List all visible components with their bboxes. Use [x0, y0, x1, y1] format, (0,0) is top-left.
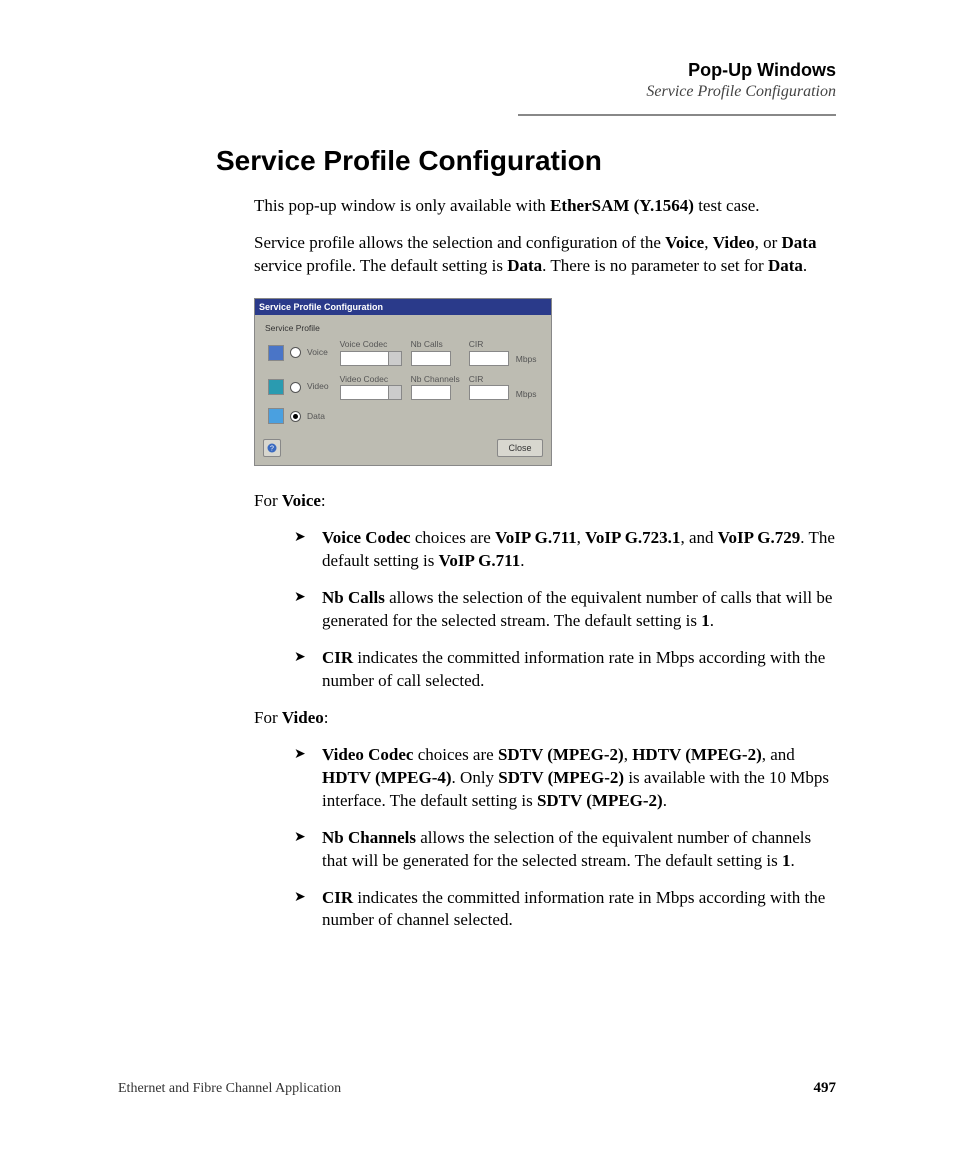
dialog-titlebar: Service Profile Configuration [255, 299, 551, 315]
intro-paragraph-1: This pop-up window is only available wit… [254, 195, 836, 218]
close-button[interactable]: Close [497, 439, 543, 457]
voice-label: Voice [304, 338, 332, 366]
voice-codec-dropdown[interactable] [340, 351, 402, 366]
video-row: Video Video Codec Nb Channels CIR [265, 373, 540, 401]
video-bullet-nbchannels: Nb Channels allows the selection of the … [294, 827, 836, 873]
video-codec-label: Video Codec [340, 374, 402, 385]
video-codec-dropdown[interactable] [340, 385, 402, 400]
intro-paragraph-2: Service profile allows the selection and… [254, 232, 836, 278]
svg-text:?: ? [270, 445, 274, 452]
voice-lead: For Voice: [254, 490, 836, 513]
voice-bullet-cir: CIR indicates the committed information … [294, 647, 836, 693]
voice-bullet-codec: Voice Codec choices are VoIP G.711, VoIP… [294, 527, 836, 573]
header-rule [518, 114, 836, 116]
voice-icon [268, 345, 284, 361]
data-label: Data [304, 407, 332, 425]
video-cir-label: CIR [469, 374, 509, 385]
video-bullet-cir: CIR indicates the committed information … [294, 887, 836, 933]
video-lead: For Video: [254, 707, 836, 730]
voice-cir-label: CIR [469, 339, 509, 350]
service-profile-dialog: Service Profile Configuration Service Pr… [254, 298, 552, 467]
nb-calls-input[interactable] [411, 351, 451, 366]
data-row: Data [265, 407, 540, 425]
video-bullet-codec: Video Codec choices are SDTV (MPEG-2), H… [294, 744, 836, 813]
video-radio[interactable] [290, 382, 301, 393]
footer-page-number: 497 [814, 1080, 837, 1097]
voice-bullet-nbcalls: Nb Calls allows the selection of the equ… [294, 587, 836, 633]
page-title: Service Profile Configuration [216, 145, 602, 177]
voice-cir-value [469, 351, 509, 366]
help-icon: ? [267, 443, 277, 453]
nb-channels-input[interactable] [411, 385, 451, 400]
voice-cir-unit: Mbps [512, 338, 540, 366]
header-chapter: Pop-Up Windows [646, 60, 836, 81]
voice-codec-label: Voice Codec [340, 339, 402, 350]
video-cir-unit: Mbps [512, 373, 540, 401]
video-cir-value [469, 385, 509, 400]
nb-calls-label: Nb Calls [411, 339, 460, 350]
data-radio[interactable] [290, 411, 301, 422]
voice-radio[interactable] [290, 347, 301, 358]
data-icon [268, 408, 284, 424]
video-label: Video [304, 373, 332, 401]
nb-channels-label: Nb Channels [411, 374, 460, 385]
footer-doc-title: Ethernet and Fibre Channel Application [118, 1081, 341, 1097]
help-button[interactable]: ? [263, 439, 281, 457]
video-icon [268, 379, 284, 395]
voice-row: Voice Voice Codec Nb Calls CIR [265, 338, 540, 366]
service-profile-group-label: Service Profile [265, 323, 541, 334]
header-section: Service Profile Configuration [646, 83, 836, 101]
